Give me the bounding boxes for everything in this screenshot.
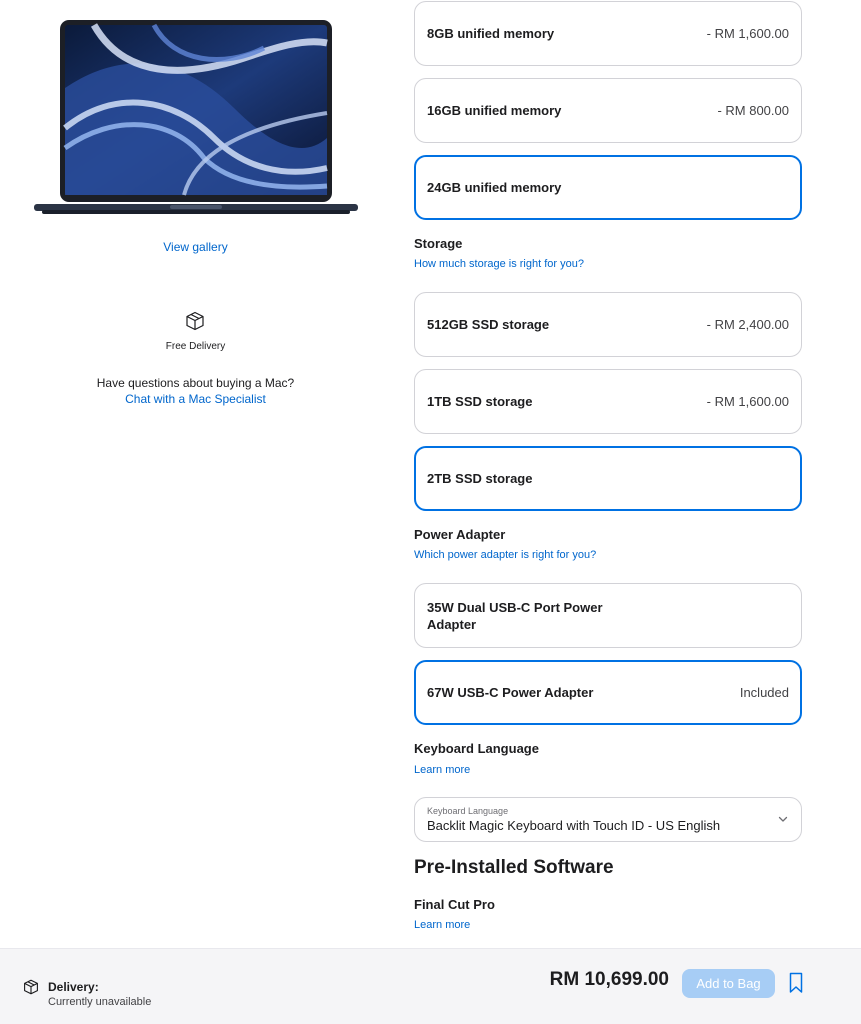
memory-option-16gb[interactable]: 16GB unified memory - RM 800.00 <box>414 78 802 143</box>
option-name: 35W Dual USB-C Port Power Adapter <box>427 599 603 633</box>
chevron-down-icon <box>778 816 788 822</box>
option-name: 512GB SSD storage <box>427 317 550 332</box>
power-adapter-title: Power Adapter <box>414 527 506 542</box>
option-price: - RM 2,400.00 <box>706 317 789 332</box>
keyboard-learn-more-link[interactable]: Learn more <box>414 764 470 776</box>
total-price: RM 10,699.00 <box>549 969 669 990</box>
option-price: Included <box>739 685 789 700</box>
storage-title: Storage <box>414 236 463 251</box>
bookmark-icon[interactable] <box>789 972 803 994</box>
final-cut-learn-more-link[interactable]: Learn more <box>414 919 470 931</box>
chat-specialist-link[interactable]: Chat with a Mac Specialist <box>0 391 391 407</box>
power-adapter-help-link[interactable]: Which power adapter is right for you? <box>414 549 596 561</box>
option-name-line2: Adapter <box>427 616 477 632</box>
option-price: - RM 1,600.00 <box>706 394 789 409</box>
questions-text: Have questions about buying a Mac? <box>96 376 295 390</box>
storage-option-1tb[interactable]: 1TB SSD storage - RM 1,600.00 <box>414 369 802 434</box>
box-icon <box>24 979 38 995</box>
option-name: 16GB unified memory <box>427 103 562 118</box>
memory-option-24gb[interactable]: 24GB unified memory <box>414 155 802 220</box>
keyboard-language-select[interactable]: Keyboard Language Backlit Magic Keyboard… <box>414 797 802 842</box>
delivery-label: Delivery: <box>48 980 99 994</box>
select-label: Keyboard Language <box>427 806 509 816</box>
option-price: - RM 1,600.00 <box>706 26 789 41</box>
bottom-summary-bar: Delivery: Currently unavailable RM 10,69… <box>0 948 861 1024</box>
storage-help-link[interactable]: How much storage is right for you? <box>414 258 584 270</box>
keyboard-language-title: Keyboard Language <box>414 741 539 756</box>
memory-option-8gb[interactable]: 8GB unified memory - RM 1,600.00 <box>414 1 802 66</box>
option-name: 8GB unified memory <box>427 26 555 41</box>
option-name: 67W USB-C Power Adapter <box>427 685 594 700</box>
add-to-bag-button[interactable]: Add to Bag <box>682 969 775 998</box>
box-icon <box>186 311 204 331</box>
power-option-35w[interactable]: 35W Dual USB-C Port Power Adapter <box>414 583 802 648</box>
free-delivery-label: Free Delivery <box>165 341 226 352</box>
final-cut-pro-title: Final Cut Pro <box>414 897 495 912</box>
option-name-line1: 35W Dual USB-C Port Power <box>427 599 603 615</box>
option-name: 24GB unified memory <box>427 180 562 195</box>
power-option-67w[interactable]: 67W USB-C Power Adapter Included <box>414 660 802 725</box>
option-name: 1TB SSD storage <box>427 394 533 409</box>
select-value: Backlit Magic Keyboard with Touch ID - U… <box>427 818 721 833</box>
delivery-status: Currently unavailable <box>48 996 152 1008</box>
storage-option-512gb[interactable]: 512GB SSD storage - RM 2,400.00 <box>414 292 802 357</box>
storage-option-2tb[interactable]: 2TB SSD storage <box>414 446 802 511</box>
questions-block: Have questions about buying a Mac? Chat … <box>0 375 391 407</box>
pre-installed-software-title: Pre-Installed Software <box>414 857 614 878</box>
option-price: - RM 800.00 <box>717 103 789 118</box>
macbook-image <box>34 20 358 214</box>
option-name: 2TB SSD storage <box>427 471 533 486</box>
view-gallery-link[interactable]: View gallery <box>0 240 391 254</box>
